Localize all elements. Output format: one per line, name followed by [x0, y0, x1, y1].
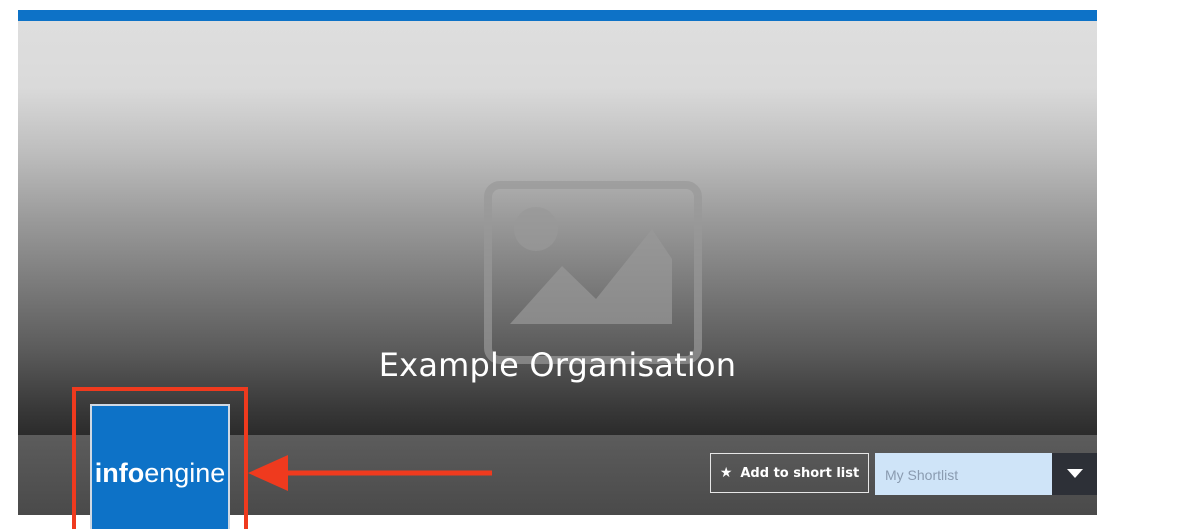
- logo-text-regular: engine: [144, 458, 226, 488]
- add-to-shortlist-label: Add to short list: [740, 465, 860, 481]
- shortlist-dropdown-toggle[interactable]: [1052, 453, 1097, 495]
- chevron-down-icon: [1066, 469, 1083, 478]
- organisation-logo: infoengine: [90, 404, 230, 529]
- logo-text: infoengine: [95, 458, 226, 489]
- logo-text-bold: info: [94, 458, 145, 488]
- annotation-arrow: [248, 455, 492, 491]
- star-icon: ★: [719, 465, 733, 481]
- image-placeholder-icon: [484, 181, 702, 364]
- shortlist-select[interactable]: My Shortlist: [875, 453, 1097, 495]
- shortlist-select-value[interactable]: My Shortlist: [875, 453, 1052, 495]
- add-to-shortlist-button[interactable]: ★ Add to short list: [710, 453, 869, 493]
- top-accent-bar: [18, 10, 1097, 21]
- organisation-title: Example Organisation: [378, 346, 737, 384]
